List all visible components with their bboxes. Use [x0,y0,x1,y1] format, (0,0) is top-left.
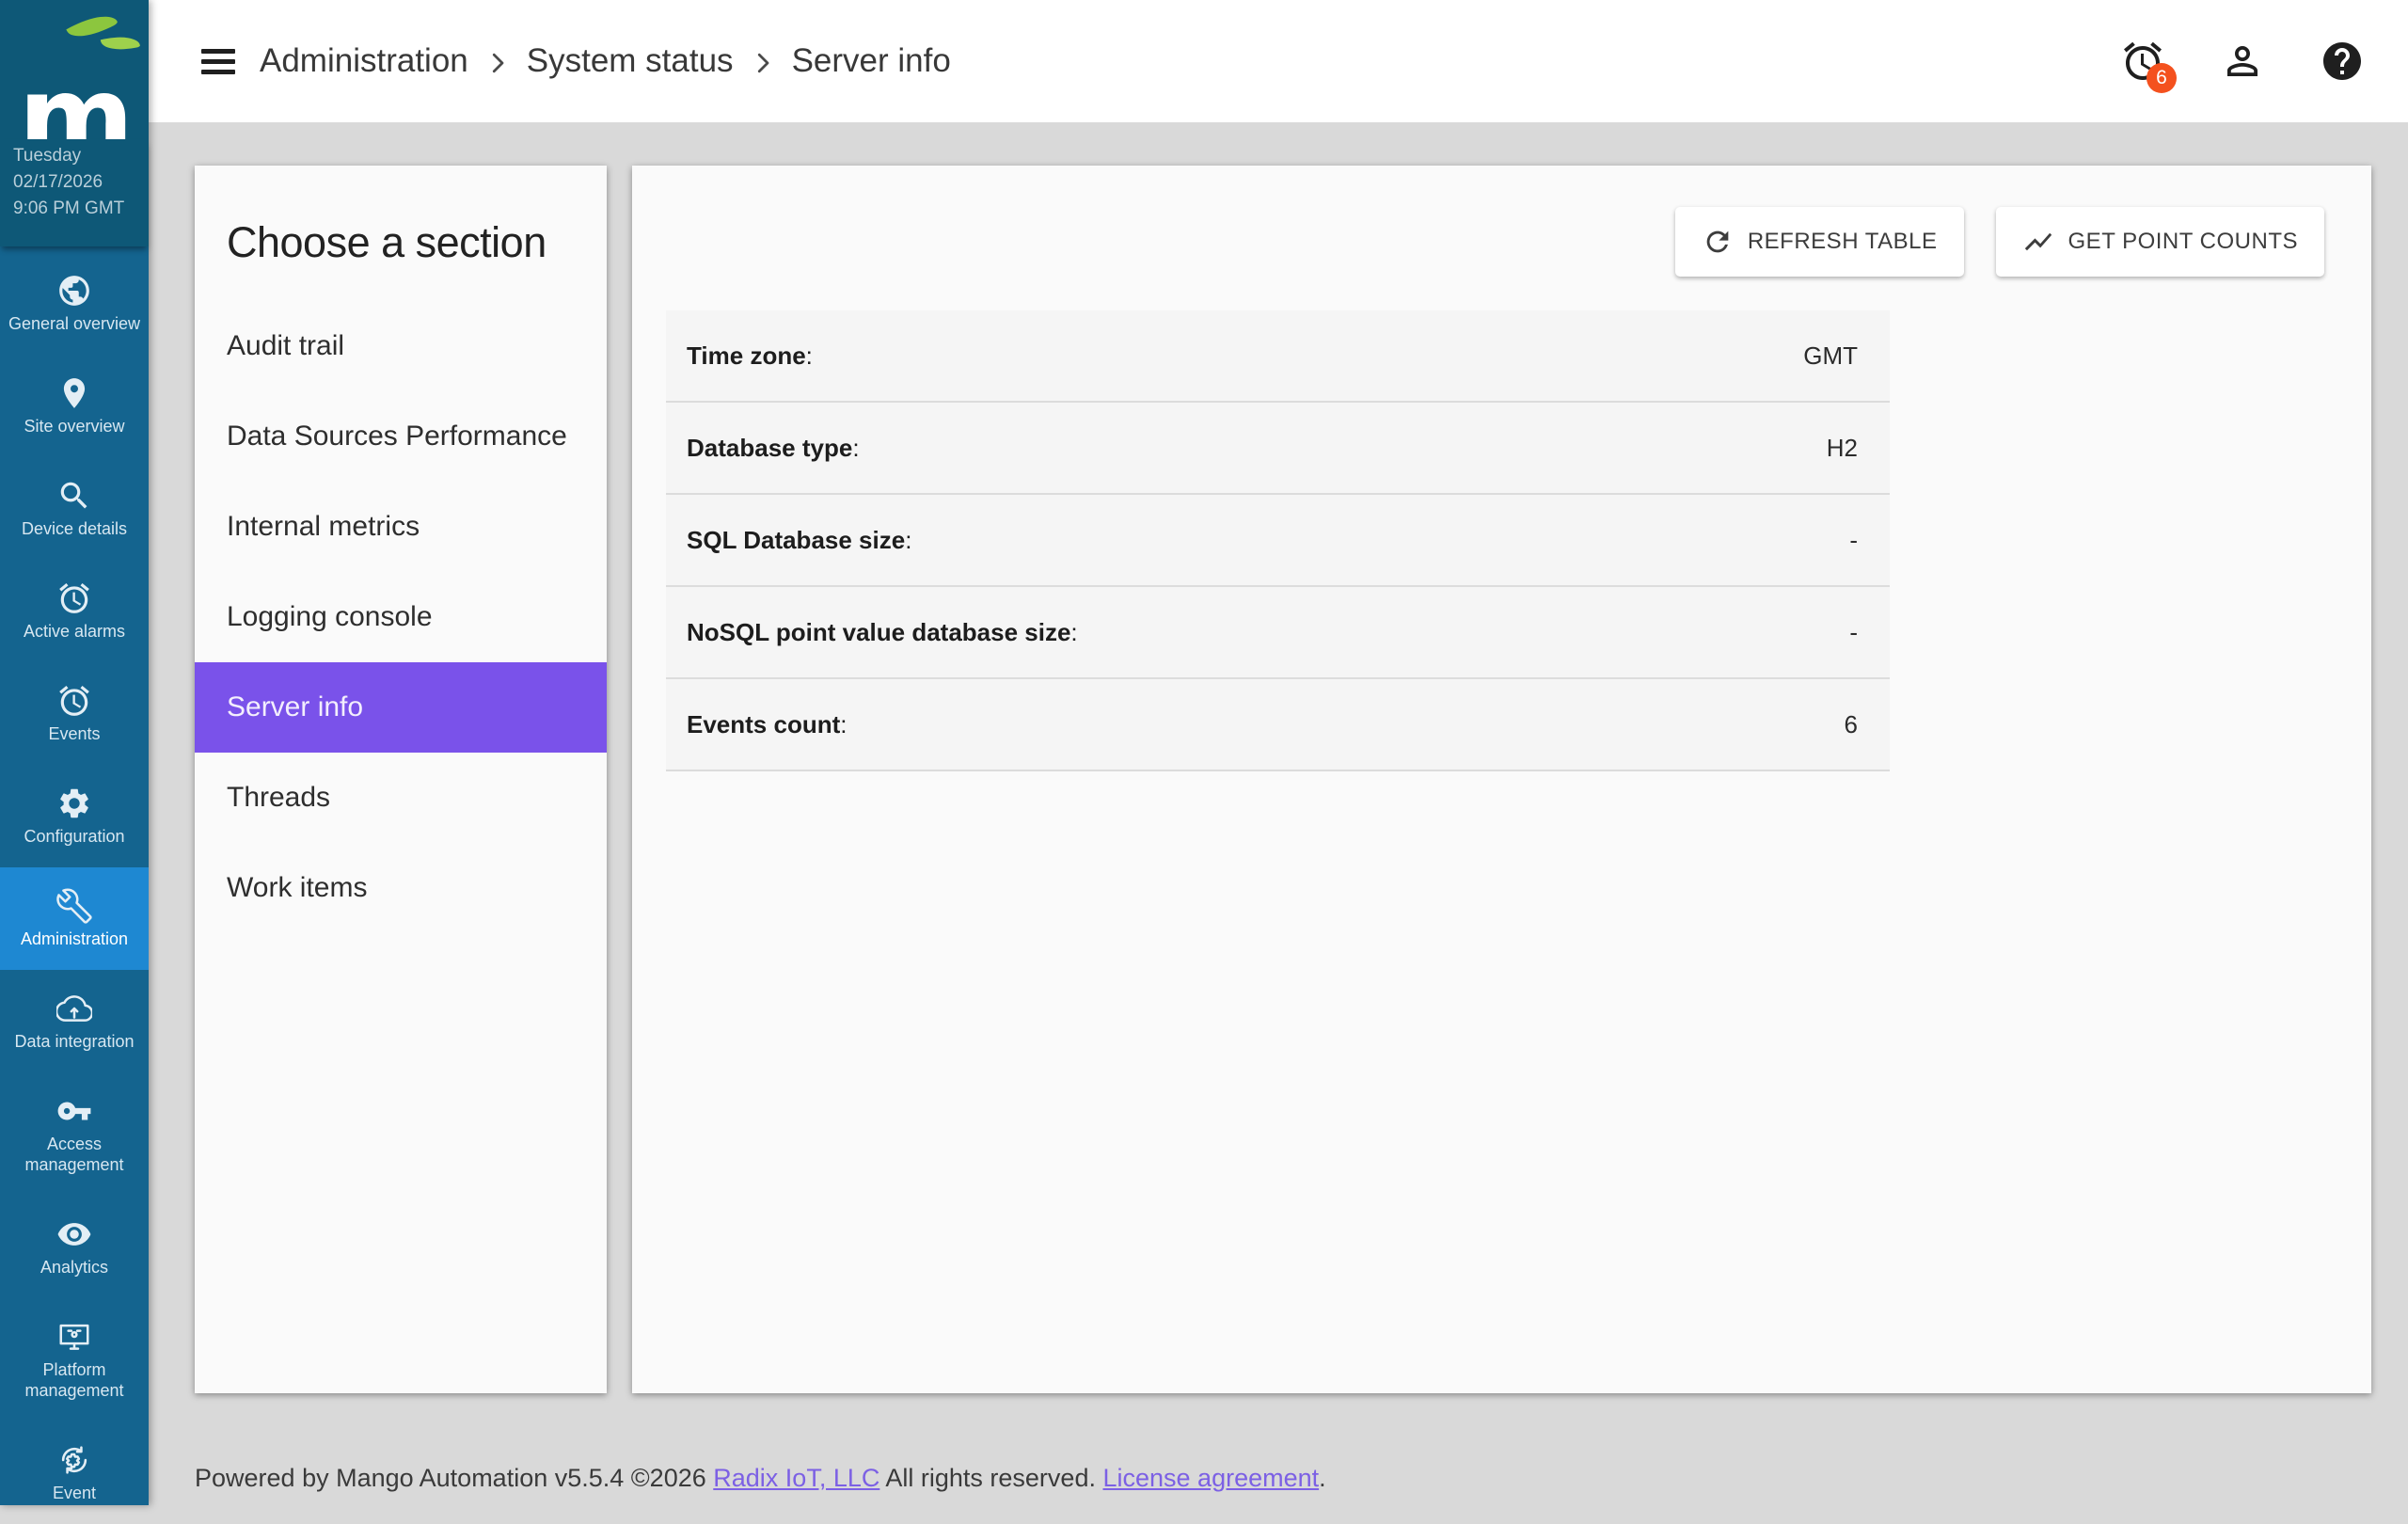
section-chooser-title: Choose a section [227,218,607,267]
sidebar-item-device-details[interactable]: Device details [0,457,149,560]
globe-icon [56,273,92,309]
footer-text: All rights reserved. [885,1464,1096,1492]
sidebar-item-platform-management[interactable]: Platform management [0,1298,149,1421]
key-icon [56,1093,92,1129]
table-row: NoSQL point value database size: - [666,587,1890,679]
table-row: Events count: 6 [666,679,1890,771]
sidebar-item-data-integration[interactable]: Data integration [0,970,149,1072]
footer-text: Powered by Mango Automation v5.5.4 ©2026 [195,1464,706,1492]
section-item-data-sources-performance[interactable]: Data Sources Performance [195,391,607,482]
chevron-right-icon [483,46,512,77]
sidebar-nav: General overview Site overview Device de… [0,246,149,1524]
radix-iot-link[interactable]: Radix IoT, LLC [713,1464,879,1492]
table-row: Time zone: GMT [666,310,1890,403]
refresh-icon [1702,226,1734,258]
monitor-icon [56,1319,92,1355]
refresh-table-button[interactable]: REFRESH TABLE [1675,207,1964,277]
section-list: Audit trail Data Sources Performance Int… [195,301,607,933]
line-chart-icon [2022,226,2054,258]
clock-widget: Tuesday 02/17/2026 9:06 PM GMT [0,139,149,246]
eye-icon [56,1216,92,1252]
alarm-clock-icon [56,580,92,616]
breadcrumb-server-info[interactable]: Server info [792,42,951,80]
sidebar-item-event[interactable]: Event [0,1421,149,1524]
search-icon [56,478,92,514]
alarm-count-badge: 6 [2147,63,2177,93]
footer: Powered by Mango Automation v5.5.4 ©2026… [195,1464,1326,1493]
sync-gear-icon [56,1442,92,1478]
breadcrumb-system-status[interactable]: System status [527,42,734,80]
sidebar-item-administration[interactable]: Administration [0,867,149,970]
section-item-logging-console[interactable]: Logging console [195,572,607,662]
clock-date: 02/17/2026 [13,169,149,196]
sidebar-item-configuration[interactable]: Configuration [0,765,149,867]
breadcrumb: Administration System status Server info [260,42,951,80]
section-item-threads[interactable]: Threads [195,753,607,843]
table-row: Database type: H2 [666,403,1890,495]
top-header: Administration System status Server info… [149,0,2408,122]
menu-hamburger-icon[interactable] [201,43,235,80]
user-account-button[interactable] [2220,39,2265,84]
chevron-right-icon [749,46,777,77]
table-row: SQL Database size: - [666,495,1890,587]
sidebar: m Tuesday 02/17/2026 9:06 PM GMT General… [0,0,149,1505]
location-pin-icon [56,375,92,411]
sidebar-item-events[interactable]: Events [0,662,149,765]
section-item-work-items[interactable]: Work items [195,843,607,933]
section-item-audit-trail[interactable]: Audit trail [195,301,607,391]
cloud-icon [56,991,92,1026]
clock-time: 9:06 PM GMT [13,196,149,222]
section-item-server-info[interactable]: Server info [195,662,607,753]
section-item-internal-metrics[interactable]: Internal metrics [195,482,607,572]
clock-weekday: Tuesday [13,143,149,169]
wrench-icon [56,888,92,924]
app-logo: m [0,0,149,139]
alarms-bell-button[interactable]: 6 [2120,39,2165,84]
header-actions: 6 [2120,39,2365,84]
server-info-card: REFRESH TABLE GET POINT COUNTS Time zone… [632,166,2371,1393]
sidebar-item-access-management[interactable]: Access management [0,1072,149,1196]
get-point-counts-button[interactable]: GET POINT COUNTS [1996,207,2324,277]
sidebar-item-general-overview[interactable]: General overview [0,252,149,355]
gear-icon [56,786,92,821]
help-button[interactable] [2320,39,2365,84]
alarm-clock-icon [56,683,92,719]
sidebar-item-analytics[interactable]: Analytics [0,1196,149,1298]
sidebar-item-site-overview[interactable]: Site overview [0,355,149,457]
breadcrumb-administration[interactable]: Administration [260,42,468,80]
server-info-table: Time zone: GMT Database type: H2 SQL Dat… [666,310,1890,771]
sidebar-item-active-alarms[interactable]: Active alarms [0,560,149,662]
license-agreement-link[interactable]: License agreement [1102,1464,1319,1492]
toolbar: REFRESH TABLE GET POINT COUNTS [1675,207,2324,277]
section-chooser-card: Choose a section Audit trail Data Source… [195,166,607,1393]
